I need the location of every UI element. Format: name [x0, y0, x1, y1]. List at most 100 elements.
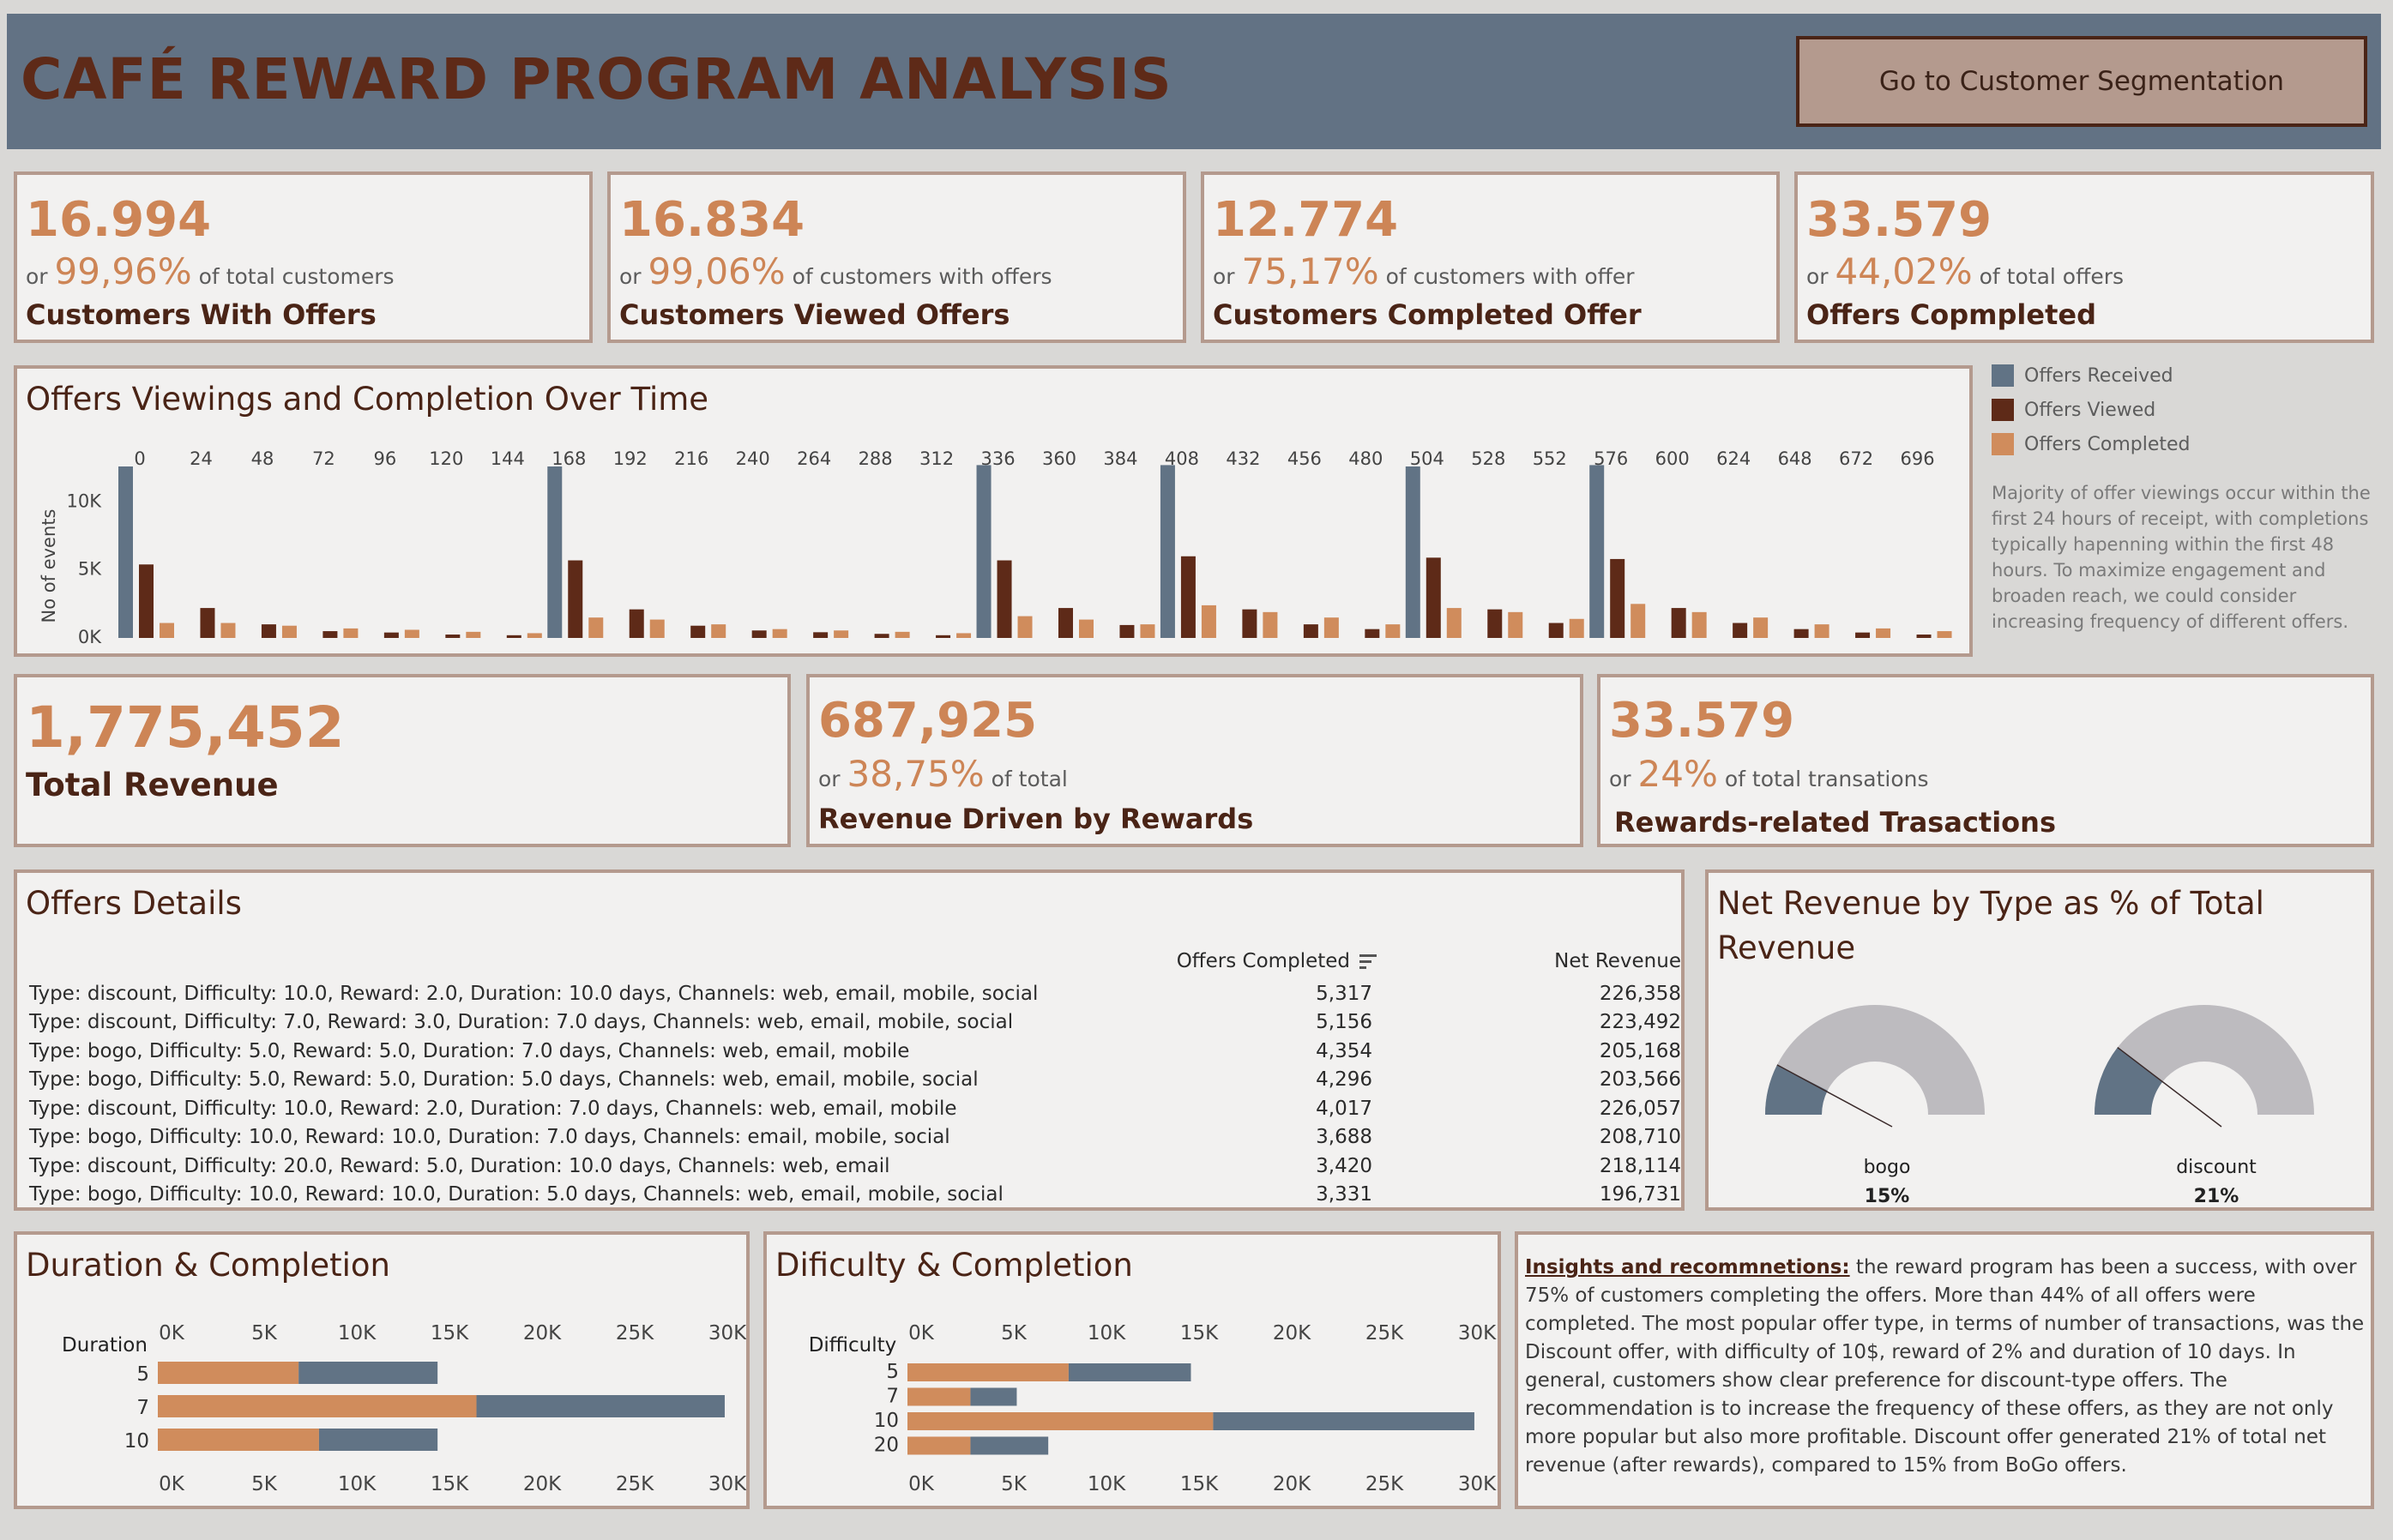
bar-offers-viewed[interactable] [1180, 556, 1196, 638]
bar-offers-completed[interactable] [160, 623, 174, 638]
bar-offers-received[interactable] [1213, 1412, 1474, 1430]
bar-offers-viewed[interactable] [1426, 557, 1441, 638]
table-row[interactable]: Type: discount, Difficulty: 10.0, Reward… [17, 979, 1685, 1008]
legend-item-viewed[interactable]: Offers Viewed [1992, 393, 2191, 427]
kpi-offers-completed: 33.579 or 44,02% of total offers Offers … [1794, 171, 2374, 343]
bar-offers-viewed[interactable] [1365, 629, 1380, 638]
bar-offers-viewed[interactable] [1855, 632, 1871, 638]
bar-offers-viewed[interactable] [139, 564, 154, 638]
bar-offers-received[interactable] [976, 465, 992, 638]
bar-offers-viewed[interactable] [690, 625, 706, 638]
col-revenue-header[interactable]: Net Revenue [1372, 950, 1681, 979]
bar-offers-completed[interactable] [527, 633, 542, 638]
bar-offers-completed[interactable] [907, 1436, 971, 1455]
bar-offers-completed[interactable] [956, 633, 972, 638]
go-to-segmentation-button[interactable]: Go to Customer Segmentation [1796, 36, 2367, 127]
legend-label: Offers Viewed [2024, 399, 2156, 421]
gauge-bogo[interactable]: bogo 15% [1765, 1005, 1985, 1207]
legend-item-completed[interactable]: Offers Completed [1992, 427, 2191, 461]
bar-offers-completed[interactable] [281, 625, 297, 638]
bar-offers-completed[interactable] [1385, 624, 1401, 638]
bar-offers-received[interactable] [547, 466, 563, 638]
bar-offers-completed[interactable] [158, 1395, 477, 1417]
table-row[interactable]: Type: discount, Difficulty: 20.0, Reward… [17, 1152, 1685, 1181]
bar-offers-viewed[interactable] [1793, 629, 1809, 638]
bar-offers-completed[interactable] [1263, 611, 1278, 638]
bar-offers-viewed[interactable] [568, 560, 583, 638]
bar-offers-viewed[interactable] [751, 630, 767, 638]
bar-offers-completed[interactable] [907, 1387, 971, 1406]
table-row[interactable]: Type: bogo, Difficulty: 5.0, Reward: 5.0… [17, 1066, 1685, 1095]
bar-offers-completed[interactable] [1814, 624, 1829, 638]
table-row[interactable]: Type: discount, Difficulty: 10.0, Reward… [17, 1094, 1685, 1123]
bar-offers-received[interactable] [1160, 465, 1175, 638]
bar-offers-viewed[interactable] [1242, 609, 1257, 638]
bar-offers-received[interactable] [298, 1362, 438, 1384]
bar-offers-viewed[interactable] [1671, 608, 1686, 638]
bar-offers-viewed[interactable] [1487, 609, 1503, 638]
bar-offers-viewed[interactable] [936, 635, 951, 638]
sort-icon[interactable] [1359, 952, 1377, 971]
bar-offers-completed[interactable] [588, 617, 604, 638]
gauge-discount[interactable]: discount 21% [2095, 1005, 2314, 1207]
bar-offers-completed[interactable] [1140, 624, 1155, 638]
bar-offers-viewed[interactable] [629, 609, 644, 638]
bar-offers-viewed[interactable] [1548, 623, 1564, 638]
bar-offers-completed[interactable] [907, 1412, 1214, 1430]
bar-offers-completed[interactable] [907, 1363, 1069, 1381]
bar-offers-completed[interactable] [1446, 608, 1462, 638]
bar-offers-completed[interactable] [1323, 617, 1339, 638]
table-row[interactable]: Type: bogo, Difficulty: 10.0, Reward: 10… [17, 1123, 1685, 1152]
offers-completed-cell: 4,017 [1316, 1097, 1372, 1120]
bar-offers-completed[interactable] [466, 631, 481, 638]
bar-offers-viewed[interactable] [813, 632, 829, 638]
bar-offers-viewed[interactable] [1303, 624, 1318, 638]
table-row[interactable]: Type: bogo, Difficulty: 10.0, Reward: 10… [17, 1181, 1685, 1210]
legend-item-received[interactable]: Offers Received [1992, 358, 2191, 393]
bar-offers-completed[interactable] [1569, 618, 1584, 638]
bar-offers-received[interactable] [970, 1387, 1017, 1406]
bar-offers-completed[interactable] [649, 619, 665, 638]
bar-offers-received[interactable] [1589, 465, 1605, 638]
bar-offers-completed[interactable] [1937, 631, 1952, 638]
bar-offers-received[interactable] [970, 1436, 1049, 1455]
bar-offers-completed[interactable] [343, 628, 359, 638]
bar-offers-completed[interactable] [220, 623, 236, 638]
table-row[interactable]: Type: bogo, Difficulty: 5.0, Reward: 5.0… [17, 1037, 1685, 1066]
bar-offers-viewed[interactable] [383, 632, 399, 638]
bar-offers-viewed[interactable] [1058, 608, 1073, 638]
bar-offers-received[interactable] [118, 466, 133, 638]
bar-offers-completed[interactable] [404, 629, 419, 638]
bar-offers-viewed[interactable] [874, 634, 889, 638]
bar-offers-completed[interactable] [1630, 604, 1646, 638]
bar-offers-viewed[interactable] [1119, 624, 1135, 638]
table-row[interactable]: Type: discount, Difficulty: 7.0, Reward:… [17, 1008, 1685, 1038]
bar-offers-completed[interactable] [1508, 611, 1523, 638]
bar-offers-viewed[interactable] [261, 624, 276, 638]
bar-offers-received[interactable] [1405, 466, 1420, 638]
bar-offers-received[interactable] [318, 1429, 438, 1451]
bar-offers-completed[interactable] [895, 631, 910, 638]
bar-offers-viewed[interactable] [1610, 558, 1625, 638]
bar-offers-viewed[interactable] [997, 560, 1012, 638]
bar-offers-completed[interactable] [1691, 611, 1707, 638]
bar-offers-viewed[interactable] [1733, 623, 1748, 638]
bar-offers-viewed[interactable] [322, 631, 338, 638]
bar-offers-completed[interactable] [834, 630, 849, 638]
bar-offers-completed[interactable] [158, 1429, 319, 1451]
bar-offers-viewed[interactable] [506, 635, 521, 638]
bar-offers-completed[interactable] [1753, 617, 1769, 638]
bar-offers-viewed[interactable] [1916, 635, 1932, 638]
bar-offers-received[interactable] [476, 1395, 725, 1417]
bar-offers-viewed[interactable] [200, 608, 215, 638]
bar-offers-completed[interactable] [1079, 619, 1094, 638]
bar-offers-completed[interactable] [711, 624, 726, 638]
bar-offers-received[interactable] [1068, 1363, 1191, 1381]
bar-offers-completed[interactable] [1017, 616, 1033, 638]
bar-offers-completed[interactable] [772, 629, 787, 638]
col-completed-header[interactable]: Offers Completed [1177, 950, 1377, 979]
bar-offers-viewed[interactable] [445, 635, 461, 638]
bar-offers-completed[interactable] [1876, 628, 1891, 638]
bar-offers-completed[interactable] [158, 1362, 299, 1384]
bar-offers-completed[interactable] [1201, 605, 1216, 638]
